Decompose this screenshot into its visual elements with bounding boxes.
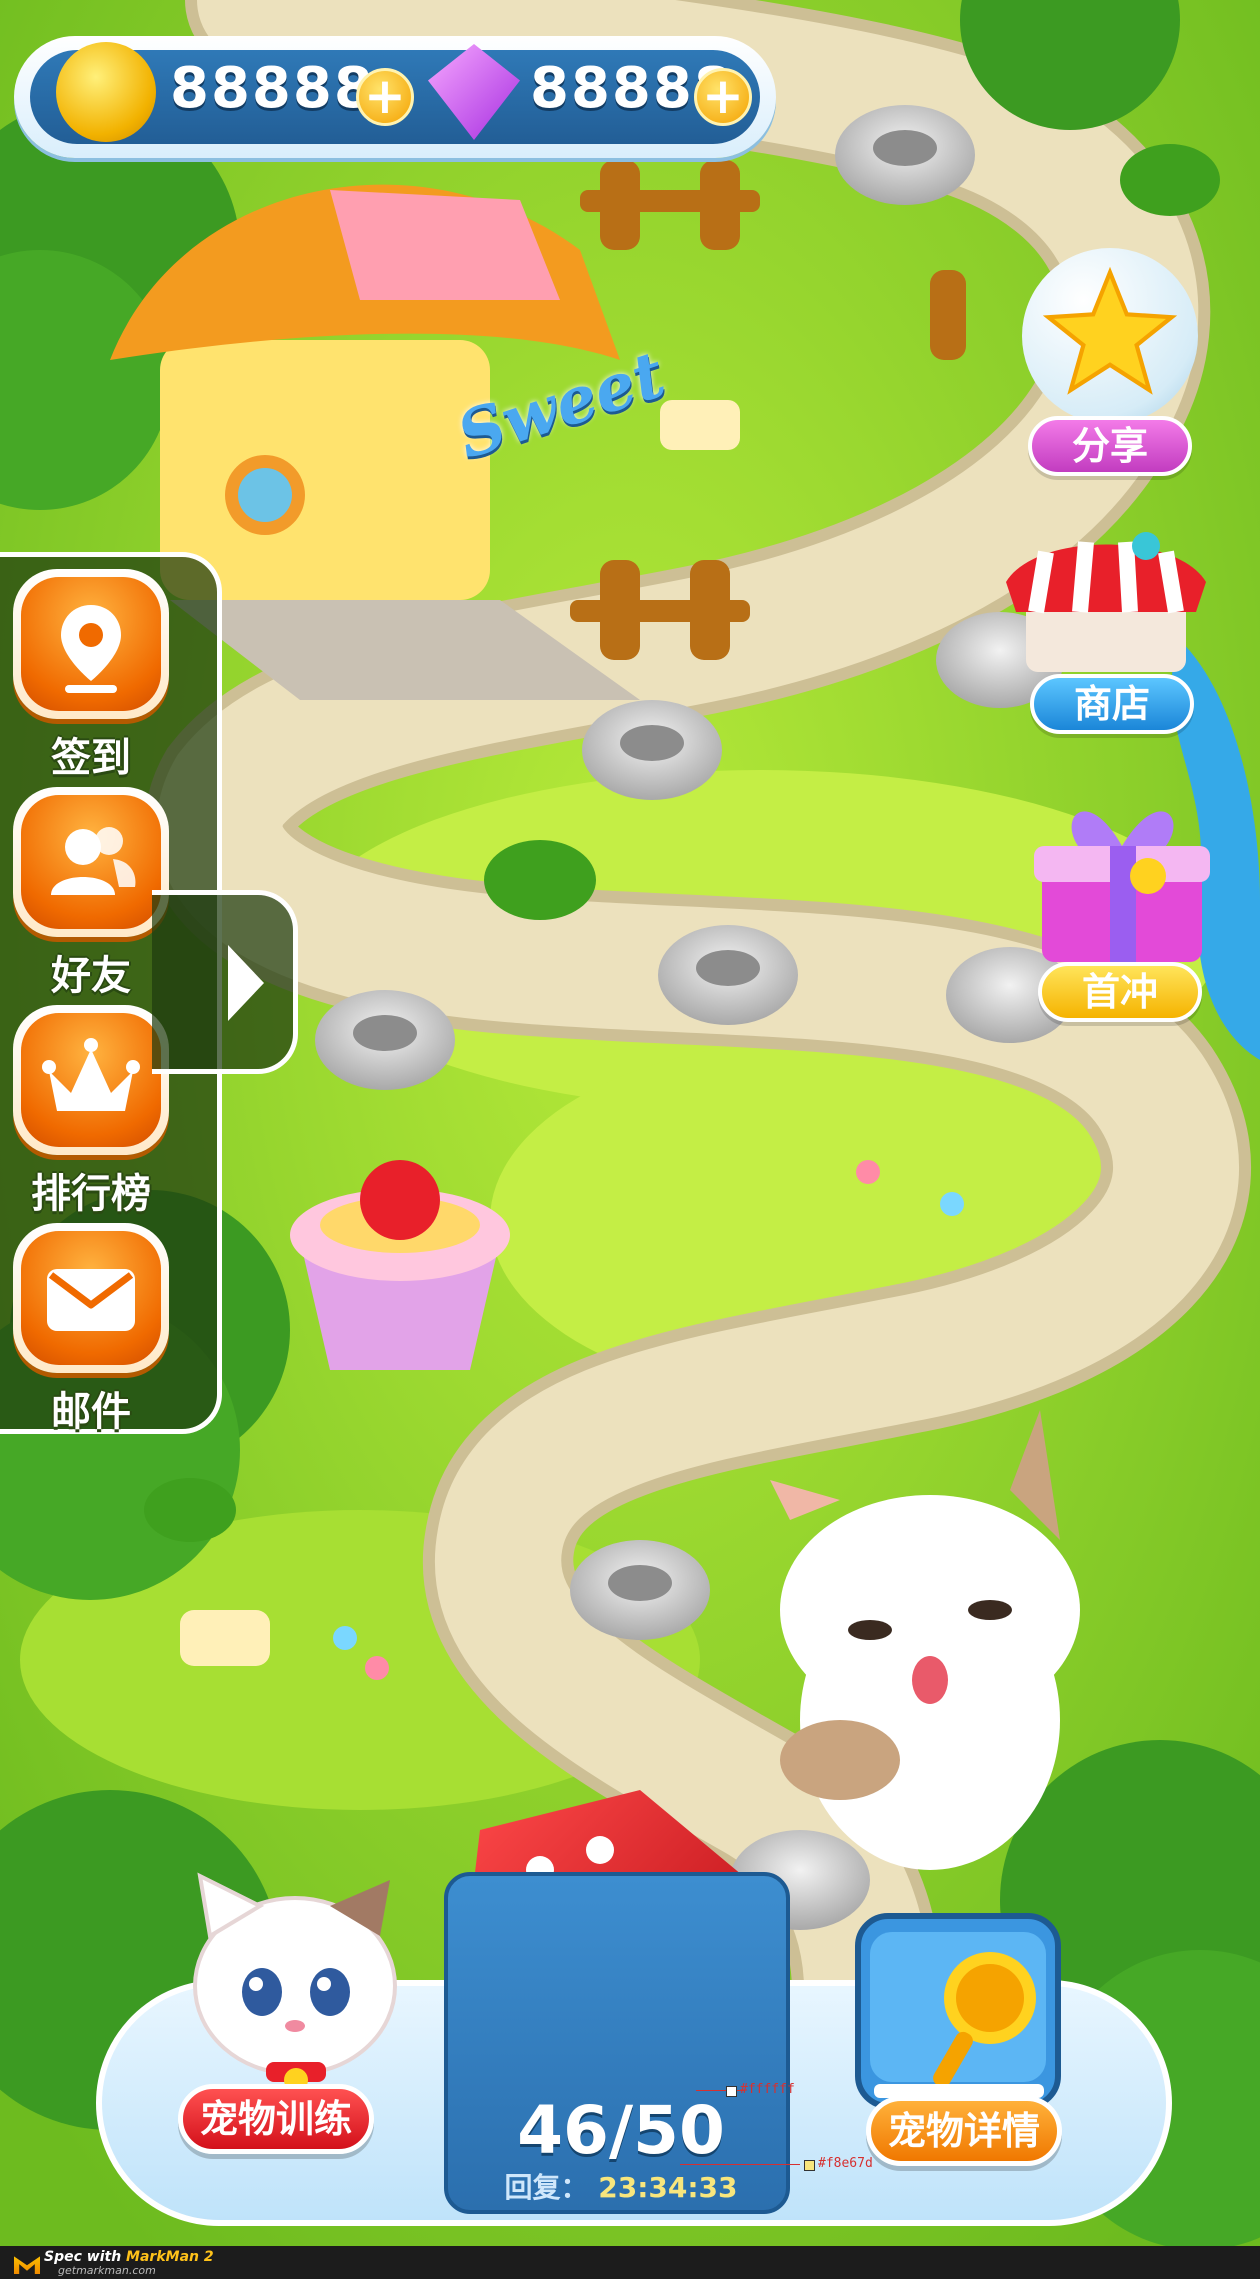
friends-icon xyxy=(51,827,136,895)
coin-value: 88888 xyxy=(170,56,375,121)
star-icon xyxy=(1042,266,1178,395)
swatch-white xyxy=(726,2086,737,2097)
menu-item-friends[interactable]: 好友 xyxy=(13,787,169,1001)
footer-text: Spec with MarkMan 2 xyxy=(44,2249,214,2265)
markman-logo-icon xyxy=(14,2256,40,2274)
annotation-white: #ffffff xyxy=(740,2082,795,2097)
dice-panel[interactable]: 46/50 回复： 23:34:33 xyxy=(444,1872,790,2214)
menu-item-mail[interactable]: 邮件 xyxy=(13,1223,169,1437)
recover-row: 回复： 23:34:33 xyxy=(448,2166,794,2206)
share-button[interactable]: 分享 xyxy=(1022,248,1198,476)
shop-button[interactable]: 商店 xyxy=(996,522,1216,742)
annotation-line-yellow xyxy=(680,2164,800,2165)
kitten-icon xyxy=(193,1872,397,2092)
recover-time: 23:34:33 xyxy=(598,2171,738,2204)
gem-icon xyxy=(428,44,520,140)
friends-button[interactable] xyxy=(13,787,169,937)
footer-spec-with: Spec with xyxy=(44,2249,122,2265)
leaderboard-button[interactable] xyxy=(13,1005,169,1155)
footer-url: getmarkman.com xyxy=(58,2264,156,2277)
pet-book-icon xyxy=(855,1913,1061,2109)
spec-footer: Spec with MarkMan 2 getmarkman.com xyxy=(0,2246,1260,2279)
footer-app-name: MarkMan 2 xyxy=(126,2249,214,2265)
recover-label: 回复： xyxy=(504,2171,589,2204)
friends-label: 好友 xyxy=(51,953,131,999)
add-gems-button[interactable]: + xyxy=(694,68,752,126)
pet-details[interactable]: 宠物详情 xyxy=(850,1906,1070,2168)
pet-training[interactable]: 宠物训练 xyxy=(170,1866,420,2166)
shop-stall-icon xyxy=(1006,532,1206,672)
shop-label: 商店 xyxy=(1030,674,1194,734)
mail-icon xyxy=(47,1269,135,1331)
add-coins-button[interactable]: + xyxy=(356,68,414,126)
chevron-right-icon xyxy=(228,945,264,1021)
menu-item-leaderboard[interactable]: 排行榜 xyxy=(13,1005,169,1219)
gift-box-icon xyxy=(1034,811,1210,962)
first-recharge-label: 首冲 xyxy=(1038,962,1202,1022)
mail-button[interactable] xyxy=(13,1223,169,1373)
mail-label: 邮件 xyxy=(51,1389,131,1435)
checkin-button[interactable] xyxy=(13,569,169,719)
leaderboard-label: 排行榜 xyxy=(31,1171,151,1217)
checkin-label: 签到 xyxy=(51,735,131,781)
swatch-yellow xyxy=(804,2160,815,2171)
first-recharge-button[interactable]: 首冲 xyxy=(1018,766,1224,1026)
dice-count: 46/50 xyxy=(517,2092,725,2169)
share-label: 分享 xyxy=(1028,416,1192,476)
pet-details-button[interactable]: 宠物详情 xyxy=(866,2096,1062,2166)
game-map: Sweet 88888 + 88888 + 签到 好友 排行榜 邮件 分享 商店… xyxy=(0,0,1260,2279)
coin-icon xyxy=(56,42,156,142)
pet-training-button[interactable]: 宠物训练 xyxy=(178,2084,374,2154)
currency-bar: 88888 + 88888 + xyxy=(14,36,776,158)
crown-icon xyxy=(42,1038,140,1111)
menu-item-checkin[interactable]: 签到 xyxy=(13,569,169,783)
menu-toggle-tab[interactable] xyxy=(152,890,298,1074)
currency-inner: 88888 + 88888 + xyxy=(30,42,760,144)
location-pin-icon xyxy=(61,605,121,693)
